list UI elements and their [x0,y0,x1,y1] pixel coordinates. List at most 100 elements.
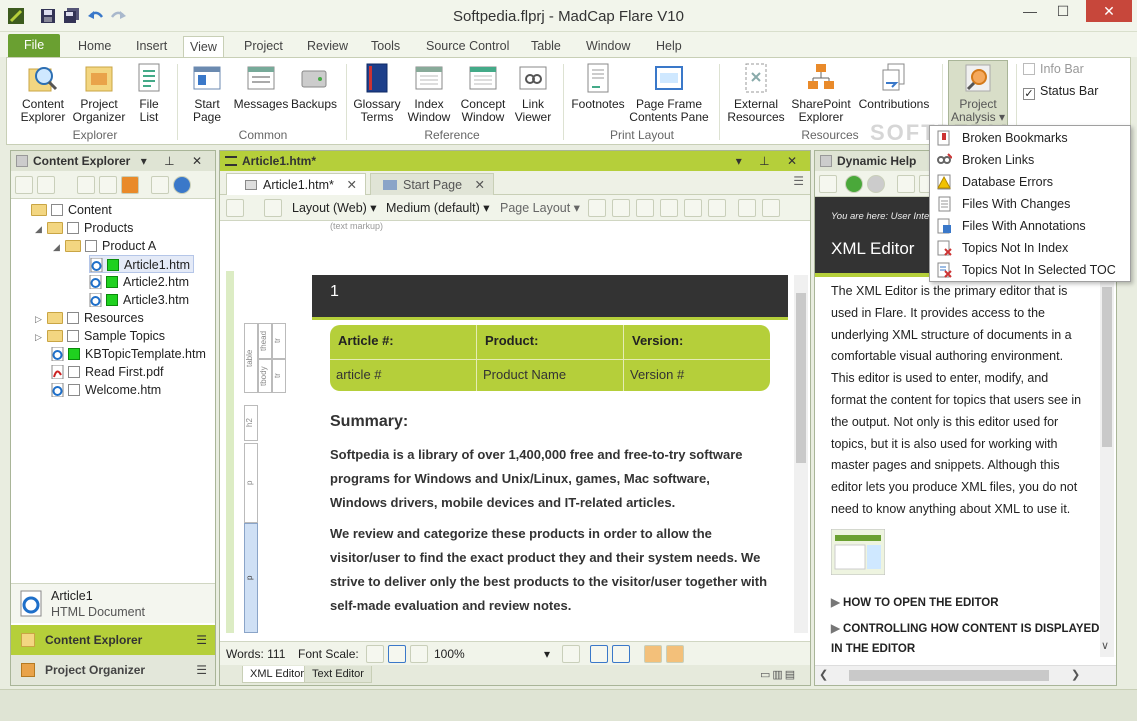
tree-item-sample-topics[interactable]: ▷ Sample Topics [35,327,165,345]
editor-thumbnail-image[interactable] [831,529,885,575]
panel-controls[interactable]: ▾ ⊥ ✕ [141,151,209,171]
menu-item-broken-links[interactable]: Broken Links [930,149,1130,171]
toolbar-tool-7-icon[interactable] [738,199,756,217]
tree-item-welcome[interactable]: Welcome.htm [51,381,161,399]
menu-item-files-with-changes[interactable]: Files With Changes [930,193,1130,215]
folder-view-icon[interactable] [15,176,33,194]
toolbar-tool-8-icon[interactable] [762,199,780,217]
home-icon[interactable] [897,175,915,193]
help-scrollbar[interactable]: ∨ [1100,277,1114,657]
layout-view-icon[interactable] [37,176,55,194]
project-organizer-button[interactable]: Project Organizer [69,61,129,124]
show-structure-icon[interactable] [590,645,608,663]
toolbar-tool-6-icon[interactable] [708,199,726,217]
link-viewer-button[interactable]: Link Viewer [511,61,555,124]
medium-dropdown[interactable]: Medium (default) ▾ [386,200,490,215]
accordion-project-organizer[interactable]: Project Organizer ☰ [11,655,215,685]
help-link-open-editor[interactable]: ▶ HOW TO OPEN THE EDITOR [831,595,999,609]
tab-article1[interactable]: Article1.htm* ✕ [226,173,366,195]
toolbar-tool-1-icon[interactable] [588,199,606,217]
tab-source-control[interactable]: Source Control [420,36,515,57]
toolbar-tool-3-icon[interactable] [636,199,654,217]
scroll-down-icon[interactable]: ∨ [1101,639,1109,652]
settings-icon[interactable] [151,176,169,194]
tab-review[interactable]: Review [301,36,354,57]
tree-item-read-first[interactable]: Read First.pdf [51,363,164,381]
messages-button[interactable]: Messages [233,61,289,111]
tab-window[interactable]: Window [580,36,636,57]
ruler-icon[interactable] [644,645,662,663]
tab-help[interactable]: Help [650,36,688,57]
glossary-terms-button[interactable]: Glossary Terms [351,61,403,124]
maximize-button[interactable]: ☐ [1048,0,1078,22]
tab-insert[interactable]: Insert [130,36,173,57]
contributions-button[interactable]: Contributions [855,61,933,111]
page-frame-contents-pane-button[interactable]: Page Frame Contents Pane [629,61,709,124]
tab-file[interactable]: File [8,34,61,57]
close-button[interactable]: ✕ [1086,0,1132,22]
help-link-controlling-content[interactable]: ▶ CONTROLLING HOW CONTENT IS DISPLAYED [831,621,1099,635]
index-window-button[interactable]: Index Window [405,61,453,124]
accordion-content-explorer[interactable]: Content Explorer ☰ [11,625,215,655]
close-tab-icon[interactable]: ✕ [475,174,485,196]
zoom-reset-icon[interactable] [388,645,406,663]
grid-view-icon[interactable] [121,176,139,194]
back-icon[interactable] [845,175,863,193]
tree-item-kbtopictemplate[interactable]: KBTopicTemplate.htm [51,345,206,363]
toolbar-tool-2-icon[interactable] [612,199,630,217]
editor-scrollbar[interactable] [794,275,808,633]
show-tags-icon[interactable] [612,645,630,663]
page-layout-dropdown[interactable]: Page Layout ▾ [500,200,580,215]
menu-item-topics-not-in-index[interactable]: Topics Not In Index [930,237,1130,259]
tree-item-article1[interactable]: Article1.htm [89,255,194,273]
menu-item-broken-bookmarks[interactable]: Broken Bookmarks [930,127,1130,149]
info-bar-checkbox[interactable]: Info Bar [1023,62,1084,76]
project-analysis-button[interactable]: Project Analysis ▾ [948,60,1008,126]
split-view-icons[interactable]: ▭▥▤ [760,668,797,681]
backups-button[interactable]: Backups [289,61,339,111]
tree-item-products[interactable]: ◢ Products [35,219,133,237]
menu-icon[interactable]: ☰ [196,625,207,655]
editor-document[interactable]: 1 Article #: article # Product: Product Na… [312,275,788,633]
vertical-ruler-icon[interactable] [666,645,684,663]
toolbar-tool-4-icon[interactable] [660,199,678,217]
footnotes-button[interactable]: Footnotes [569,61,627,111]
refresh-icon[interactable] [173,176,191,194]
tab-project[interactable]: Project [238,36,289,57]
menu-item-database-errors[interactable]: Database Errors [930,171,1130,193]
sharepoint-explorer-button[interactable]: SharePoint Explorer [789,61,853,124]
tab-home[interactable]: Home [72,36,117,57]
tree-item-resources[interactable]: ▷ Resources [35,309,144,327]
copy-icon[interactable] [77,176,95,194]
lock-icon[interactable] [819,175,837,193]
tab-list-icon[interactable]: ☰ [793,174,804,188]
file-list-button[interactable]: File List [131,61,167,124]
tab-xml-editor[interactable]: XML Editor [242,666,313,683]
external-resources-button[interactable]: External Resources [725,61,787,124]
panel-controls[interactable]: ▾ ⊥ ✕ [736,151,804,171]
tab-start-page[interactable]: Start Page ✕ [370,173,494,195]
minimize-button[interactable]: — [1015,0,1045,22]
preview-icon[interactable] [226,199,244,217]
toolbar-tool-5-icon[interactable] [684,199,702,217]
format-painter-icon[interactable] [264,199,282,217]
menu-icon[interactable]: ☰ [196,655,207,685]
status-bar-checkbox[interactable]: ✓ Status Bar [1023,84,1098,100]
zoom-in-icon[interactable] [410,645,428,663]
tab-text-editor[interactable]: Text Editor [304,666,372,683]
tree-item-article2[interactable]: Article2.htm [89,273,189,291]
menu-item-topics-not-in-toc[interactable]: Topics Not In Selected TOC [930,259,1130,281]
color-grid-icon[interactable] [562,645,580,663]
paste-icon[interactable] [99,176,117,194]
content-explorer-button[interactable]: Content Explorer [15,61,71,124]
close-tab-icon[interactable]: ✕ [347,174,357,196]
scroll-right-icon[interactable]: ❯ [1071,668,1080,681]
zoom-dropdown[interactable]: 100% ▾ [434,647,550,661]
forward-icon[interactable] [867,175,885,193]
tree-item-content[interactable]: Content [31,201,112,219]
tree-item-product-a[interactable]: ◢ Product A [53,237,156,255]
start-page-button[interactable]: Start Page [185,61,229,124]
tab-view[interactable]: View [183,36,224,57]
tree-item-article3[interactable]: Article3.htm [89,291,189,309]
help-hscrollbar[interactable]: ❮ ❯ [815,665,1116,685]
